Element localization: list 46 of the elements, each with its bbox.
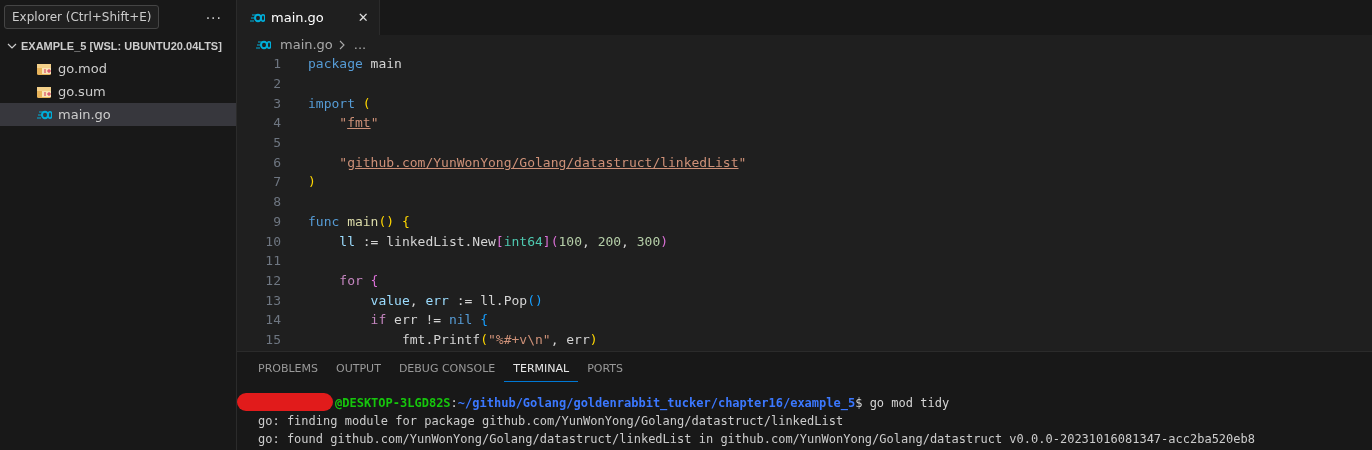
line-number: 4	[272, 115, 282, 131]
panel-tab[interactable]: PROBLEMS	[249, 356, 328, 382]
terminal-line: go: found github.com/YunWonYong/Golang/datastruct/linkedList in github.com/YunWonYong/Golang/datastruct v0.0.0-20231016081347-acc2ba520eb8	[258, 431, 1256, 448]
line-number: 2	[272, 76, 282, 92]
code-line: for {	[338, 272, 379, 288]
line-number: 6	[272, 154, 282, 170]
code-line: "github.com/YunWonYong/Golang/datastruct/linkedList"	[338, 154, 747, 170]
code-line: if err != nil {	[369, 312, 489, 328]
line-number: 14	[264, 312, 282, 328]
line-number: 15	[264, 331, 282, 347]
terminal-line: go: finding module for package github.com/YunWonYong/Golang/datastruct/linkedList	[258, 413, 845, 430]
panel-tab[interactable]: PORTS	[578, 356, 632, 382]
file-item[interactable]: go.mod	[0, 57, 236, 80]
folder-header[interactable]: EXAMPLE_5 [WSL: UBUNTU20.04LTS]	[0, 35, 236, 57]
editor-tab[interactable]: main.go ✕	[237, 0, 380, 35]
code-line: package main	[308, 56, 402, 72]
line-number: 5	[272, 135, 282, 151]
line-number: 1	[272, 56, 282, 72]
line-number: 12	[264, 272, 282, 288]
line-number: 10	[264, 233, 282, 249]
package-file-icon	[36, 84, 52, 99]
panel-tab[interactable]: DEBUG CONSOLE	[389, 356, 505, 382]
code-line: import (	[308, 95, 371, 111]
file-item[interactable]: main.go	[0, 103, 236, 126]
code-line: func main() {	[308, 213, 410, 229]
terminal-line: @DESKTOP-3LGD82S:~/github/Golang/goldenrabbit_tucker/chapter16/example_5$ go mod tidy	[335, 395, 951, 412]
code-line: ll := linkedList.New[int64](100, 200, 300)	[338, 233, 669, 249]
panel-tab[interactable]: TERMINAL	[504, 356, 579, 382]
breadcrumb-item[interactable]: ...	[353, 37, 367, 52]
line-number: 13	[264, 292, 282, 308]
close-button[interactable]: ✕	[357, 10, 369, 25]
more-actions-button[interactable]: ···	[205, 9, 222, 26]
line-number: 9	[272, 213, 282, 229]
code-line: )	[308, 174, 316, 190]
file-item[interactable]: go.sum	[0, 80, 236, 103]
line-number: 7	[272, 174, 282, 190]
code-line: "fmt"	[338, 115, 379, 131]
line-number: 3	[272, 95, 282, 111]
line-number: 8	[272, 194, 282, 210]
breadcrumb-item[interactable]: main.go	[280, 37, 333, 52]
tooltip: Explorer (Ctrl+Shift+E)	[4, 5, 160, 29]
code-line: fmt.Printf("%#+v\n", err)	[400, 331, 598, 347]
panel-tab[interactable]: OUTPUT	[327, 356, 390, 382]
package-file-icon	[36, 61, 52, 76]
code-line: value, err := ll.Pop()	[369, 292, 543, 308]
line-number: 11	[264, 253, 282, 269]
